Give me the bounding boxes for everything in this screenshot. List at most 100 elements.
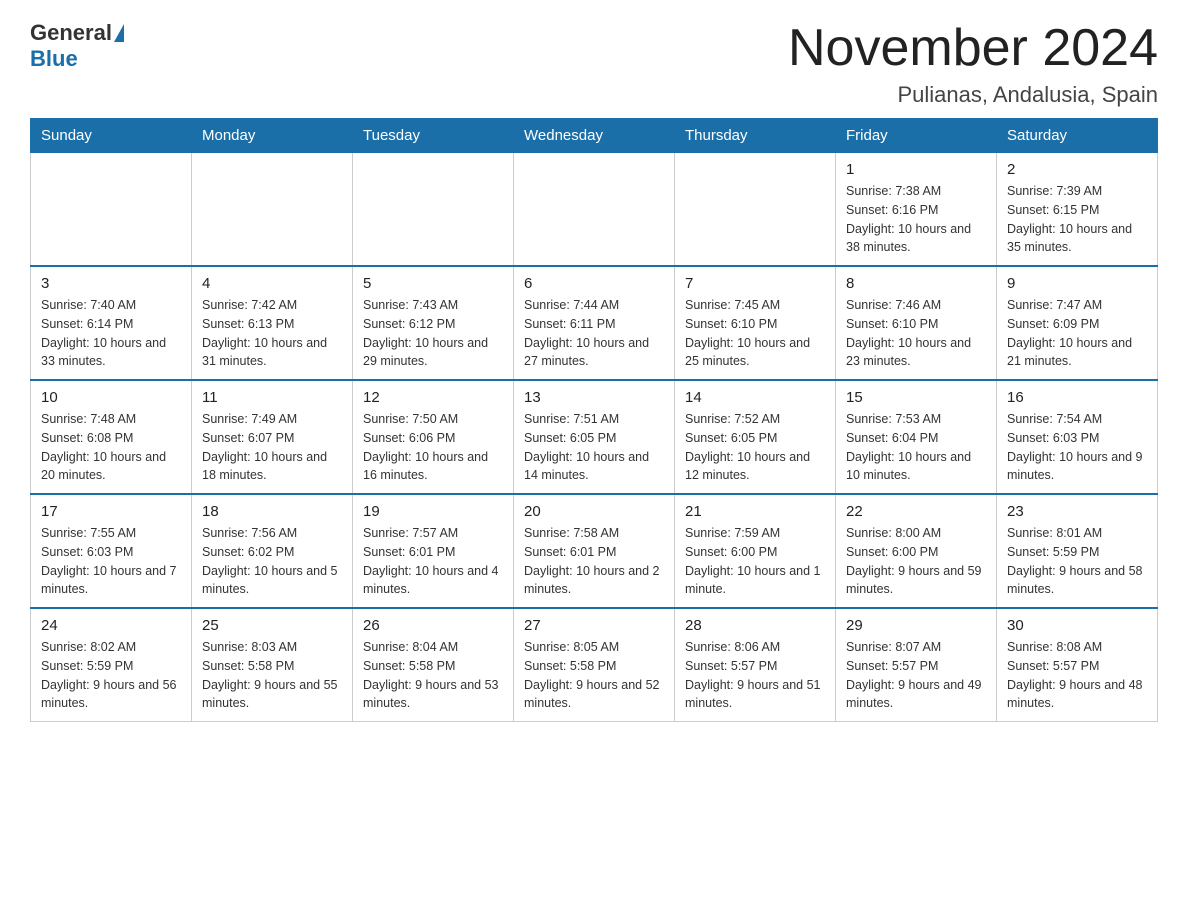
day-info: Sunrise: 7:54 AMSunset: 6:03 PMDaylight:… <box>1007 410 1147 485</box>
header-thursday: Thursday <box>675 119 836 153</box>
calendar-cell-w5-d3: 26 Sunrise: 8:04 AMSunset: 5:58 PMDayligh… <box>353 608 514 722</box>
calendar-cell-w1-d5 <box>675 153 836 267</box>
header-monday: Monday <box>192 119 353 153</box>
day-info: Sunrise: 7:43 AMSunset: 6:12 PMDaylight:… <box>363 296 503 371</box>
calendar-week-2: 3 Sunrise: 7:40 AMSunset: 6:14 PMDaylight… <box>31 266 1158 380</box>
day-info: Sunrise: 8:05 AMSunset: 5:58 PMDaylight:… <box>524 638 664 713</box>
location-text: Pulianas, Andalusia, Spain <box>788 82 1158 108</box>
day-info: Sunrise: 8:04 AMSunset: 5:58 PMDaylight:… <box>363 638 503 713</box>
calendar-cell-w1-d2 <box>192 153 353 267</box>
calendar-week-5: 24 Sunrise: 8:02 AMSunset: 5:59 PMDayligh… <box>31 608 1158 722</box>
calendar-week-3: 10Sunrise: 7:48 AMSunset: 6:08 PMDayligh… <box>31 380 1158 494</box>
calendar-cell-w4-d3: 19 Sunrise: 7:57 AMSunset: 6:01 PMDayligh… <box>353 494 514 608</box>
calendar-cell-w1-d1 <box>31 153 192 267</box>
day-number: 6 <box>524 275 664 292</box>
day-number: 14 <box>685 389 825 406</box>
logo-triangle-icon <box>114 24 124 42</box>
day-info: Sunrise: 7:40 AMSunset: 6:14 PMDaylight:… <box>41 296 181 371</box>
day-info: Sunrise: 7:50 AMSunset: 6:06 PMDaylight:… <box>363 410 503 485</box>
day-number: 2 <box>1007 161 1147 178</box>
calendar-cell-w4-d2: 18Sunrise: 7:56 AMSunset: 6:02 PMDayligh… <box>192 494 353 608</box>
logo-blue-text: Blue <box>30 46 78 72</box>
day-info: Sunrise: 7:44 AMSunset: 6:11 PMDaylight:… <box>524 296 664 371</box>
day-number: 24 <box>41 617 181 634</box>
calendar-cell-w5-d6: 29 Sunrise: 8:07 AMSunset: 5:57 PMDayligh… <box>836 608 997 722</box>
day-info: Sunrise: 8:02 AMSunset: 5:59 PMDaylight:… <box>41 638 181 713</box>
calendar-cell-w3-d1: 10Sunrise: 7:48 AMSunset: 6:08 PMDayligh… <box>31 380 192 494</box>
page-header: General Blue November 2024 Pulianas, And… <box>30 20 1158 108</box>
day-number: 8 <box>846 275 986 292</box>
day-info: Sunrise: 7:59 AMSunset: 6:00 PMDaylight:… <box>685 524 825 599</box>
day-info: Sunrise: 7:46 AMSunset: 6:10 PMDaylight:… <box>846 296 986 371</box>
day-info: Sunrise: 7:42 AMSunset: 6:13 PMDaylight:… <box>202 296 342 371</box>
logo-general-text: General <box>30 20 112 46</box>
calendar-cell-w1-d6: 1 Sunrise: 7:38 AMSunset: 6:16 PMDaylight… <box>836 153 997 267</box>
header-friday: Friday <box>836 119 997 153</box>
day-number: 19 <box>363 503 503 520</box>
calendar-cell-w4-d7: 23Sunrise: 8:01 AMSunset: 5:59 PMDayligh… <box>997 494 1158 608</box>
day-info: Sunrise: 7:39 AMSunset: 6:15 PMDaylight:… <box>1007 182 1147 257</box>
calendar-cell-w2-d4: 6 Sunrise: 7:44 AMSunset: 6:11 PMDaylight… <box>514 266 675 380</box>
calendar-cell-w3-d5: 14 Sunrise: 7:52 AMSunset: 6:05 PMDayligh… <box>675 380 836 494</box>
day-number: 28 <box>685 617 825 634</box>
header-saturday: Saturday <box>997 119 1158 153</box>
calendar-cell-w4-d6: 22 Sunrise: 8:00 AMSunset: 6:00 PMDayligh… <box>836 494 997 608</box>
calendar-cell-w1-d3 <box>353 153 514 267</box>
day-info: Sunrise: 7:47 AMSunset: 6:09 PMDaylight:… <box>1007 296 1147 371</box>
day-info: Sunrise: 7:56 AMSunset: 6:02 PMDaylight:… <box>202 524 342 599</box>
day-info: Sunrise: 8:08 AMSunset: 5:57 PMDaylight:… <box>1007 638 1147 713</box>
calendar-cell-w2-d3: 5 Sunrise: 7:43 AMSunset: 6:12 PMDaylight… <box>353 266 514 380</box>
month-title: November 2024 <box>788 20 1158 77</box>
day-info: Sunrise: 7:55 AMSunset: 6:03 PMDaylight:… <box>41 524 181 599</box>
calendar-cell-w3-d7: 16Sunrise: 7:54 AMSunset: 6:03 PMDayligh… <box>997 380 1158 494</box>
day-info: Sunrise: 8:06 AMSunset: 5:57 PMDaylight:… <box>685 638 825 713</box>
calendar-cell-w5-d4: 27Sunrise: 8:05 AMSunset: 5:58 PMDayligh… <box>514 608 675 722</box>
calendar-cell-w3-d4: 13 Sunrise: 7:51 AMSunset: 6:05 PMDayligh… <box>514 380 675 494</box>
day-info: Sunrise: 8:03 AMSunset: 5:58 PMDaylight:… <box>202 638 342 713</box>
title-area: November 2024 Pulianas, Andalusia, Spain <box>788 20 1158 108</box>
calendar-cell-w4-d1: 17Sunrise: 7:55 AMSunset: 6:03 PMDayligh… <box>31 494 192 608</box>
day-number: 30 <box>1007 617 1147 634</box>
calendar-cell-w2-d2: 4 Sunrise: 7:42 AMSunset: 6:13 PMDaylight… <box>192 266 353 380</box>
day-number: 7 <box>685 275 825 292</box>
calendar-cell-w3-d6: 15 Sunrise: 7:53 AMSunset: 6:04 PMDayligh… <box>836 380 997 494</box>
calendar-cell-w4-d5: 21 Sunrise: 7:59 AMSunset: 6:00 PMDayligh… <box>675 494 836 608</box>
day-info: Sunrise: 7:49 AMSunset: 6:07 PMDaylight:… <box>202 410 342 485</box>
day-number: 3 <box>41 275 181 292</box>
calendar-week-1: 1 Sunrise: 7:38 AMSunset: 6:16 PMDaylight… <box>31 153 1158 267</box>
day-info: Sunrise: 7:57 AMSunset: 6:01 PMDaylight:… <box>363 524 503 599</box>
logo: General Blue <box>30 20 126 72</box>
day-number: 29 <box>846 617 986 634</box>
calendar-table: Sunday Monday Tuesday Wednesday Thursday… <box>30 118 1158 722</box>
calendar-cell-w1-d4 <box>514 153 675 267</box>
day-number: 13 <box>524 389 664 406</box>
calendar-cell-w2-d5: 7Sunrise: 7:45 AMSunset: 6:10 PMDaylight… <box>675 266 836 380</box>
day-info: Sunrise: 7:38 AMSunset: 6:16 PMDaylight:… <box>846 182 986 257</box>
header-sunday: Sunday <box>31 119 192 153</box>
day-number: 23 <box>1007 503 1147 520</box>
day-number: 26 <box>363 617 503 634</box>
day-info: Sunrise: 8:00 AMSunset: 6:00 PMDaylight:… <box>846 524 986 599</box>
day-number: 12 <box>363 389 503 406</box>
day-number: 10 <box>41 389 181 406</box>
calendar-cell-w5-d2: 25Sunrise: 8:03 AMSunset: 5:58 PMDayligh… <box>192 608 353 722</box>
day-number: 22 <box>846 503 986 520</box>
calendar-cell-w4-d4: 20Sunrise: 7:58 AMSunset: 6:01 PMDayligh… <box>514 494 675 608</box>
day-info: Sunrise: 7:58 AMSunset: 6:01 PMDaylight:… <box>524 524 664 599</box>
day-number: 15 <box>846 389 986 406</box>
day-info: Sunrise: 7:53 AMSunset: 6:04 PMDaylight:… <box>846 410 986 485</box>
day-number: 11 <box>202 389 342 406</box>
day-info: Sunrise: 8:07 AMSunset: 5:57 PMDaylight:… <box>846 638 986 713</box>
day-info: Sunrise: 7:51 AMSunset: 6:05 PMDaylight:… <box>524 410 664 485</box>
calendar-cell-w3-d2: 11 Sunrise: 7:49 AMSunset: 6:07 PMDayligh… <box>192 380 353 494</box>
weekday-header-row: Sunday Monday Tuesday Wednesday Thursday… <box>31 119 1158 153</box>
day-number: 1 <box>846 161 986 178</box>
day-number: 21 <box>685 503 825 520</box>
day-info: Sunrise: 7:52 AMSunset: 6:05 PMDaylight:… <box>685 410 825 485</box>
day-number: 5 <box>363 275 503 292</box>
calendar-cell-w2-d1: 3 Sunrise: 7:40 AMSunset: 6:14 PMDaylight… <box>31 266 192 380</box>
calendar-cell-w1-d7: 2 Sunrise: 7:39 AMSunset: 6:15 PMDaylight… <box>997 153 1158 267</box>
header-wednesday: Wednesday <box>514 119 675 153</box>
calendar-cell-w5-d5: 28 Sunrise: 8:06 AMSunset: 5:57 PMDayligh… <box>675 608 836 722</box>
day-number: 4 <box>202 275 342 292</box>
